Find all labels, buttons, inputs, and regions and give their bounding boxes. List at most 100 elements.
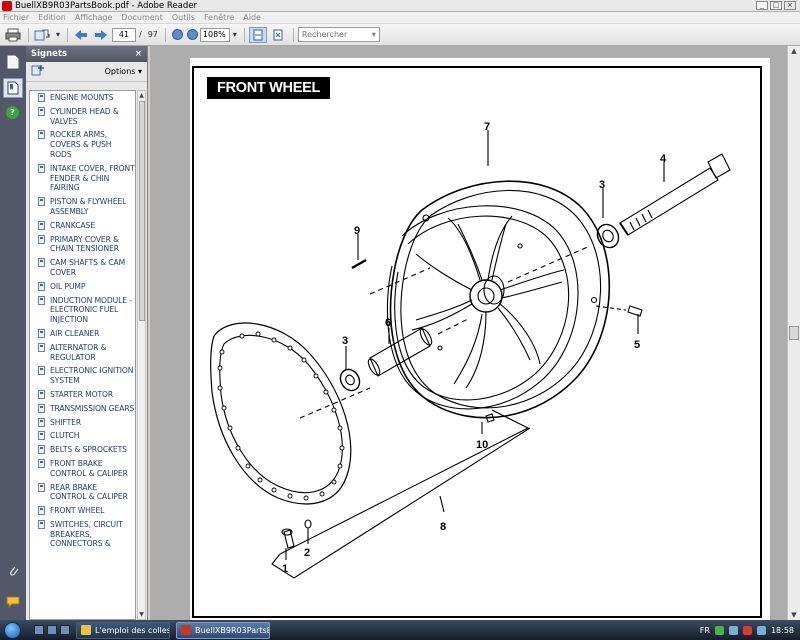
next-page-button[interactable] bbox=[92, 27, 110, 43]
quick-launch-icon[interactable] bbox=[34, 625, 44, 635]
bookmark-page-icon bbox=[38, 197, 45, 207]
tray-icon[interactable] bbox=[756, 625, 766, 635]
share-button[interactable] bbox=[33, 27, 51, 43]
bookmarks-panel-button[interactable] bbox=[3, 78, 23, 98]
bookmark-item[interactable]: INDUCTION MODULE - ELECTRONIC FUEL INJEC… bbox=[30, 294, 135, 327]
bookmark-page-icon bbox=[38, 482, 45, 492]
bookmark-item[interactable]: SHIFTER bbox=[30, 416, 135, 430]
callout-2: 2 bbox=[304, 547, 310, 559]
menu-outils[interactable]: Outils bbox=[172, 13, 195, 22]
bookmark-item[interactable]: BELTS & SPROCKETS bbox=[30, 443, 135, 457]
bookmark-item[interactable]: INTAKE COVER, FRONT FENDER & CHIN FAIRIN… bbox=[30, 162, 135, 195]
bookmark-item[interactable]: STARTER MOTOR bbox=[30, 388, 135, 402]
bookmark-page-icon bbox=[38, 234, 45, 244]
bookmark-page-icon bbox=[38, 431, 45, 441]
bookmark-page-icon bbox=[38, 93, 45, 102]
bookmark-item[interactable]: CLUTCH bbox=[30, 429, 135, 443]
taskbar-item-document[interactable]: L'emploi des colles ... bbox=[76, 621, 170, 639]
document-scroll-thumb[interactable] bbox=[789, 326, 799, 340]
minimize-button[interactable]: _ bbox=[756, 1, 768, 10]
fit-page-button[interactable] bbox=[269, 27, 287, 43]
bookmark-item[interactable]: PISTON & FLYWHEEL ASSEMBLY bbox=[30, 195, 135, 219]
bookmark-item[interactable]: TRANSMISSION GEARS bbox=[30, 402, 135, 416]
menu-edition[interactable]: Edition bbox=[38, 13, 66, 22]
callout-9: 9 bbox=[354, 225, 360, 237]
security-icon[interactable] bbox=[742, 625, 752, 635]
pages-panel-button[interactable] bbox=[3, 52, 23, 72]
bookmark-label: ALTERNATOR & REGULATOR bbox=[50, 342, 107, 362]
search-dropdown-icon[interactable]: ▾ bbox=[372, 30, 376, 39]
clock[interactable]: 18:58 bbox=[771, 626, 794, 635]
bookmarks-scroll-thumb[interactable] bbox=[139, 101, 145, 321]
bookmark-label: OIL PUMP bbox=[50, 281, 86, 291]
menu-aide[interactable]: Aide bbox=[243, 13, 261, 22]
document-viewport[interactable]: FRONT WHEEL 7 4 3 9 6 3 5 10 8 1 2 bbox=[150, 46, 787, 620]
bookmark-item[interactable]: REAR BRAKE CONTROL & CALIPER bbox=[30, 481, 135, 505]
bookmark-page-icon bbox=[38, 417, 45, 427]
volume-icon[interactable] bbox=[728, 625, 738, 635]
bookmark-page-icon bbox=[38, 281, 45, 291]
print-button[interactable] bbox=[4, 27, 22, 43]
bookmark-item[interactable]: ENGINE MOUNTS bbox=[30, 91, 135, 105]
bookmark-item[interactable]: CAM SHAFTS & CAM COVER bbox=[30, 256, 135, 280]
bookmark-item[interactable]: ROCKER ARMS, COVERS & PUSH RODS bbox=[30, 128, 135, 161]
search-input[interactable]: Rechercher ▾ bbox=[297, 27, 380, 42]
close-panel-button[interactable]: × bbox=[135, 49, 142, 59]
menu-document[interactable]: Document bbox=[121, 13, 162, 22]
menu-affichage[interactable]: Affichage bbox=[75, 13, 113, 22]
bookmark-item[interactable]: CYLINDER HEAD & VALVES bbox=[30, 105, 135, 129]
maximize-button[interactable]: □ bbox=[770, 1, 782, 10]
bookmarks-list: ENGINE MOUNTS CYLINDER HEAD & VALVES ROCKE… bbox=[29, 90, 136, 620]
fit-width-button[interactable] bbox=[248, 26, 267, 43]
scroll-down-icon[interactable]: ▼ bbox=[788, 610, 800, 620]
close-button[interactable]: × bbox=[784, 1, 796, 10]
bookmark-label: CRANKCASE bbox=[50, 220, 95, 230]
zoom-dropdown-icon[interactable]: ▾ bbox=[233, 30, 237, 39]
bookmark-page-icon bbox=[38, 130, 45, 140]
bookmark-item[interactable]: ALTERNATOR & REGULATOR bbox=[30, 341, 135, 365]
options-menu-button[interactable]: Options ▾ bbox=[105, 67, 142, 76]
quick-launch-icon[interactable] bbox=[60, 625, 70, 635]
bookmark-item[interactable]: FRONT BRAKE CONTROL & CALIPER bbox=[30, 457, 135, 481]
document-scrollbar[interactable]: ▲ ▼ bbox=[787, 46, 800, 620]
zoom-level-input[interactable]: 108% bbox=[199, 27, 230, 42]
zoom-out-button[interactable] bbox=[171, 29, 183, 40]
bookmarks-scrollbar[interactable]: ▲ ▼ bbox=[137, 90, 146, 620]
bookmark-item[interactable]: OIL PUMP bbox=[30, 280, 135, 294]
bookmark-label: INDUCTION MODULE - ELECTRONIC FUEL INJEC… bbox=[50, 295, 132, 325]
wheel-drawing bbox=[386, 180, 611, 419]
bookmark-item[interactable]: CRANKCASE bbox=[30, 219, 135, 233]
bookmark-item[interactable]: SWITCHES, CIRCUIT BREAKERS, CONNECTORS & bbox=[30, 518, 135, 551]
scroll-down-icon[interactable]: ▼ bbox=[138, 610, 145, 619]
bookmark-item[interactable]: AIR CLEANER bbox=[30, 327, 135, 341]
quick-launch-icon[interactable] bbox=[47, 625, 57, 635]
page-number-input[interactable]: 41 bbox=[112, 27, 137, 42]
taskbar-item-adobe-reader[interactable]: BuellXB9R03PartsBo... bbox=[176, 621, 270, 639]
scroll-up-icon[interactable]: ▲ bbox=[788, 46, 800, 56]
bookmark-item[interactable]: PRIMARY COVER & CHAIN TENSIONER bbox=[30, 233, 135, 257]
callout-6: 6 bbox=[385, 317, 391, 329]
bookmark-item[interactable]: ELECTRONIC IGNITION SYSTEM bbox=[30, 364, 135, 388]
bookmark-label: PRIMARY COVER & CHAIN TENSIONER bbox=[50, 234, 119, 254]
pages-icon bbox=[7, 55, 19, 69]
network-icon[interactable] bbox=[714, 625, 724, 635]
new-bookmark-icon[interactable] bbox=[31, 64, 45, 79]
language-indicator[interactable]: FR bbox=[700, 626, 710, 635]
bookmark-label: CLUTCH bbox=[50, 431, 80, 441]
menu-fenetre[interactable]: Fenêtre bbox=[204, 13, 234, 22]
previous-page-button[interactable] bbox=[72, 27, 90, 43]
share-dropdown-icon[interactable]: ▾ bbox=[56, 30, 60, 39]
attachment-icon[interactable] bbox=[0, 564, 26, 578]
page-total: 97 bbox=[147, 30, 158, 39]
comments-icon[interactable] bbox=[0, 596, 26, 608]
help-icon[interactable]: ? bbox=[6, 106, 19, 119]
menu-fichier[interactable]: Fichier bbox=[3, 13, 29, 22]
fit-page-icon bbox=[273, 29, 283, 40]
bookmark-page-icon bbox=[38, 366, 45, 376]
bookmark-page-icon bbox=[38, 106, 45, 116]
scroll-up-icon[interactable]: ▲ bbox=[138, 91, 145, 100]
exploded-parts-diagram: 7 4 3 9 6 3 5 10 8 1 2 bbox=[210, 121, 731, 579]
zoom-in-button[interactable] bbox=[186, 29, 198, 40]
start-button[interactable] bbox=[0, 620, 24, 640]
bookmark-item[interactable]: FRONT WHEEL bbox=[30, 504, 135, 518]
